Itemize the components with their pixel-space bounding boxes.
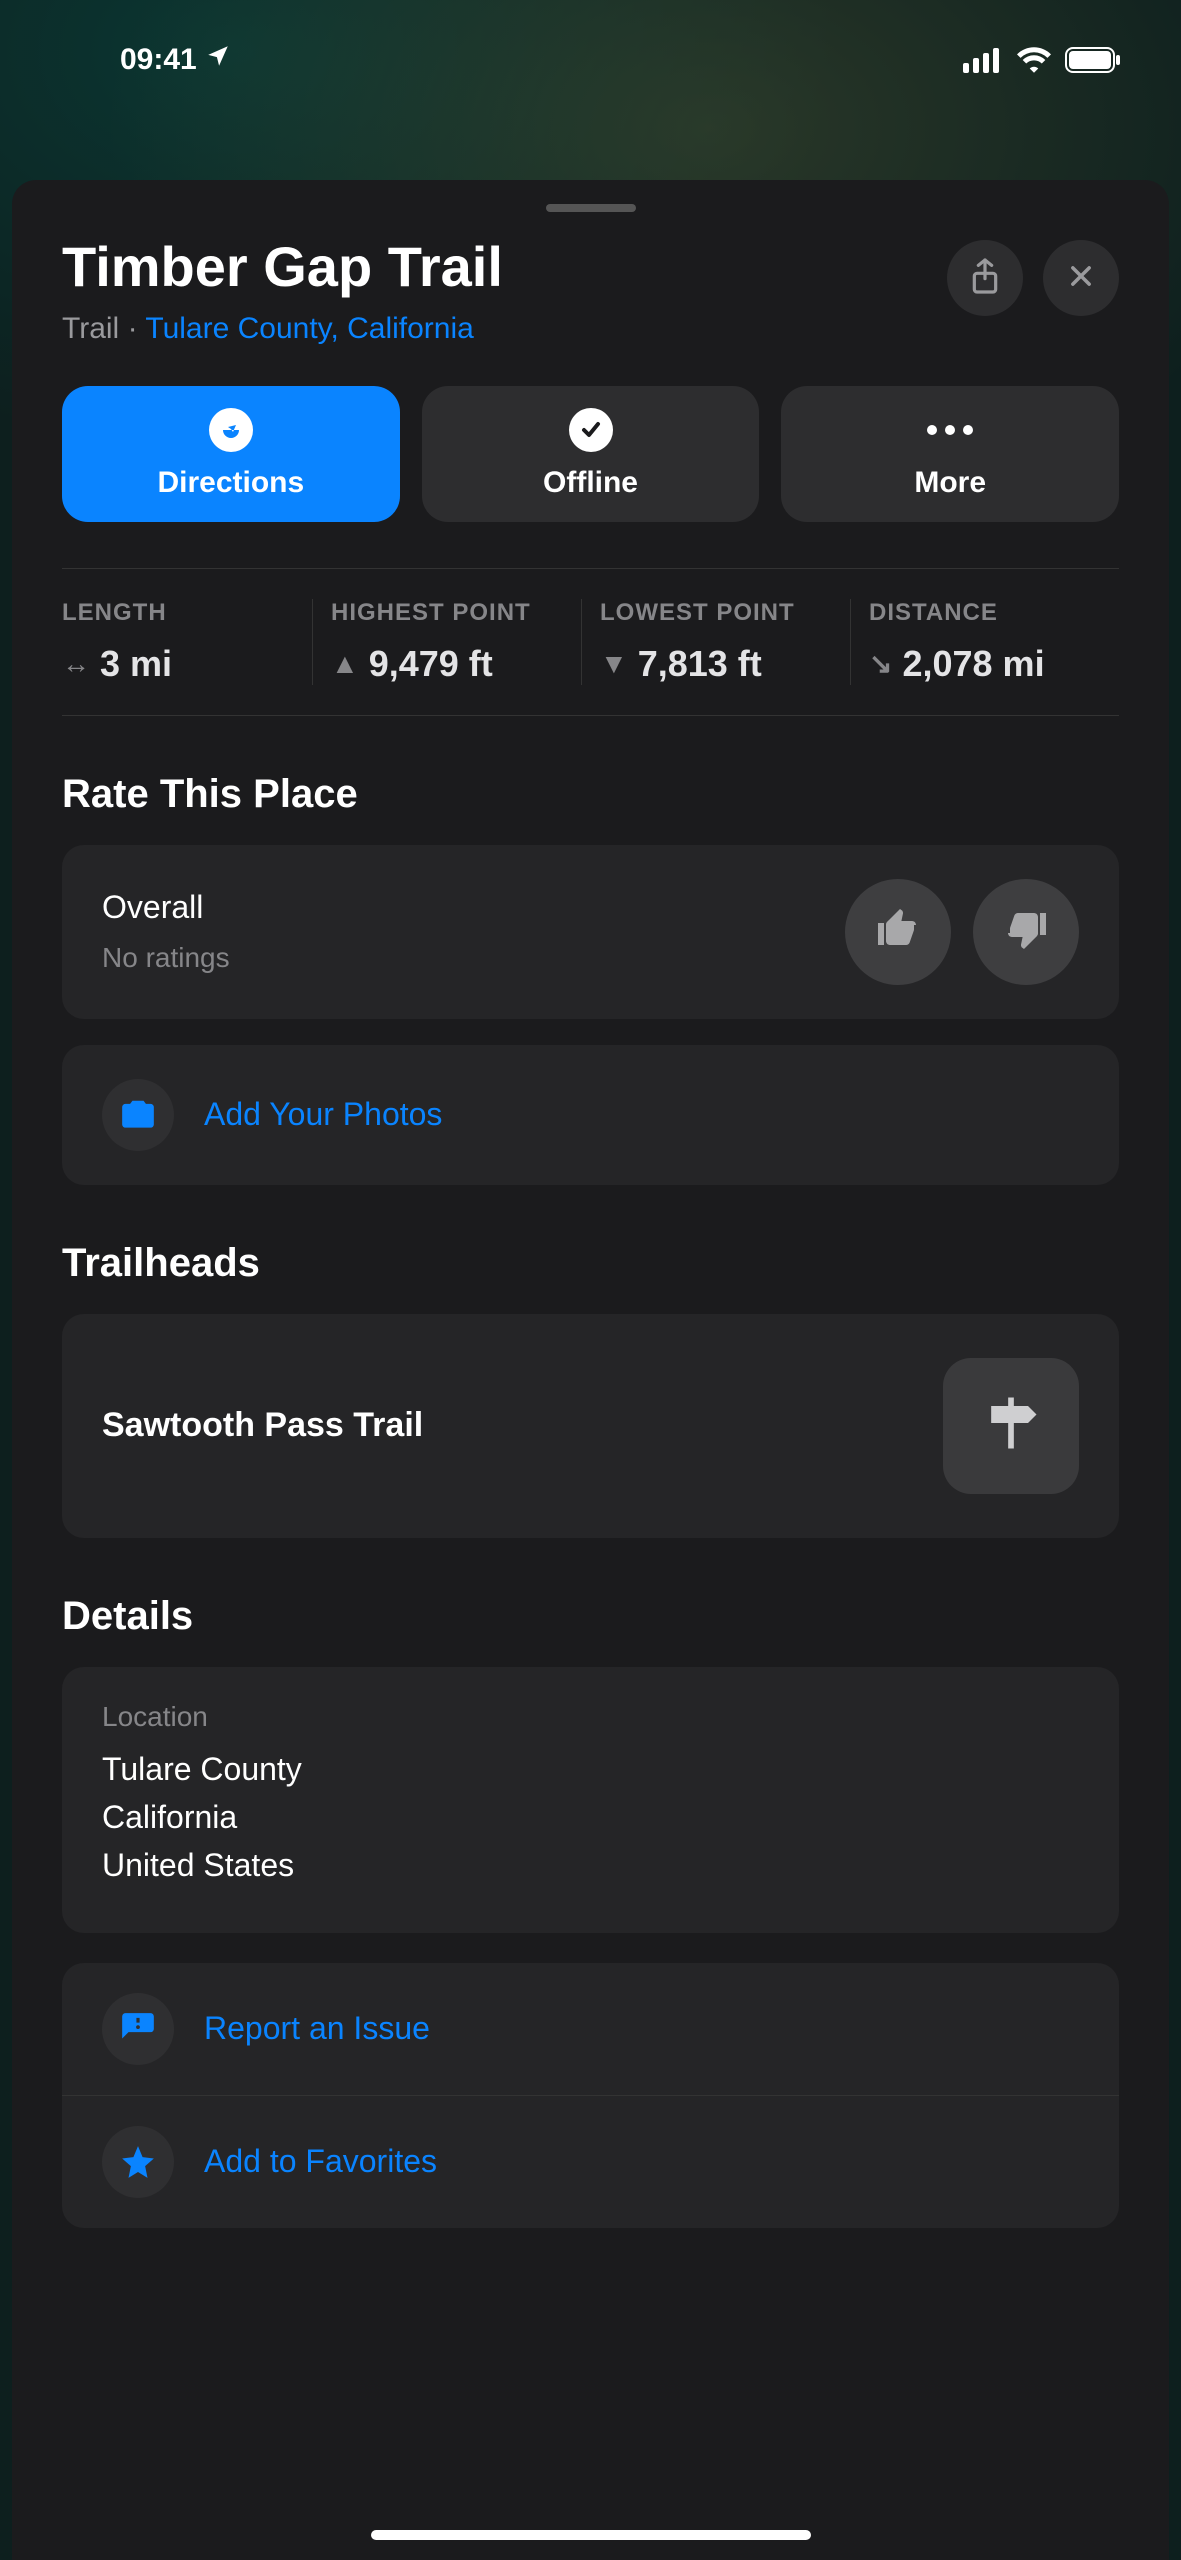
- status-right: [963, 47, 1121, 73]
- offline-button[interactable]: Offline: [422, 386, 760, 522]
- details-line-2: California: [102, 1793, 1079, 1841]
- rate-section-title: Rate This Place: [62, 772, 1119, 817]
- signpost-icon: [977, 1389, 1045, 1462]
- place-subtitle: Trail · Tulare County, California: [62, 312, 503, 346]
- details-section-title: Details: [62, 1594, 1119, 1639]
- report-issue-button[interactable]: Report an Issue: [62, 1963, 1119, 2095]
- star-icon: [102, 2126, 174, 2198]
- place-location-link[interactable]: Tulare County, California: [145, 312, 473, 345]
- rate-count: No ratings: [102, 942, 230, 974]
- trailhead-row[interactable]: Sawtooth Pass Trail: [62, 1314, 1119, 1538]
- thumbs-down-icon: [1002, 905, 1050, 958]
- stat-highest: HIGHEST POINT ▲ 9,479 ft: [312, 599, 581, 685]
- wifi-icon: [1017, 47, 1051, 73]
- stat-distance-value: 2,078 mi: [902, 643, 1044, 685]
- rate-overall-label: Overall: [102, 889, 230, 926]
- offline-label: Offline: [543, 466, 638, 500]
- stat-distance-label: DISTANCE: [869, 599, 1101, 627]
- favorites-label: Add to Favorites: [204, 2143, 437, 2180]
- trailheads-section-title: Trailheads: [62, 1241, 1119, 1286]
- triangle-down-icon: ▼: [600, 648, 628, 680]
- battery-icon: [1065, 47, 1121, 73]
- details-line-3: United States: [102, 1841, 1079, 1889]
- route-icon: ↘: [869, 647, 892, 680]
- stat-length-value: 3 mi: [100, 643, 172, 685]
- camera-icon: [102, 1079, 174, 1151]
- share-button[interactable]: [947, 240, 1023, 316]
- checkmark-icon: [569, 408, 613, 452]
- share-icon: [969, 257, 1001, 300]
- place-title: Timber Gap Trail: [62, 236, 503, 298]
- stat-highest-label: HIGHEST POINT: [331, 599, 563, 627]
- more-label: More: [914, 466, 986, 500]
- arrows-horizontal-icon: ↔: [62, 648, 90, 680]
- stat-length: LENGTH ↔ 3 mi: [62, 599, 312, 685]
- directions-button[interactable]: Directions: [62, 386, 400, 522]
- directions-icon: [209, 408, 253, 452]
- more-button[interactable]: More: [781, 386, 1119, 522]
- close-button[interactable]: [1043, 240, 1119, 316]
- place-type: Trail: [62, 312, 119, 345]
- add-photos-label: Add Your Photos: [204, 1096, 442, 1133]
- report-label: Report an Issue: [204, 2010, 430, 2047]
- rate-card: Overall No ratings: [62, 845, 1119, 1019]
- stat-lowest: LOWEST POINT ▼ 7,813 ft: [581, 599, 850, 685]
- stat-lowest-label: LOWEST POINT: [600, 599, 832, 627]
- stat-highest-value: 9,479 ft: [369, 643, 493, 685]
- home-indicator[interactable]: [371, 2530, 811, 2540]
- stats-row: LENGTH ↔ 3 mi HIGHEST POINT ▲ 9,479 ft LOW…: [62, 568, 1119, 716]
- trailhead-directions-button[interactable]: [943, 1358, 1079, 1494]
- directions-label: Directions: [157, 466, 304, 500]
- status-bar: 09:41: [0, 0, 1181, 120]
- location-arrow-icon: [205, 43, 231, 77]
- details-card: Location Tulare County California United…: [62, 1667, 1119, 1933]
- stat-length-label: LENGTH: [62, 599, 294, 627]
- place-sheet: Timber Gap Trail Trail · Tulare County, …: [12, 180, 1169, 2560]
- triangle-up-icon: ▲: [331, 648, 359, 680]
- close-icon: [1067, 262, 1095, 295]
- thumbs-up-button[interactable]: [845, 879, 951, 985]
- stat-distance: DISTANCE ↘ 2,078 mi: [850, 599, 1119, 685]
- add-favorites-button[interactable]: Add to Favorites: [62, 2095, 1119, 2228]
- trailhead-name: Sawtooth Pass Trail: [102, 1406, 423, 1445]
- cellular-icon: [963, 47, 1003, 73]
- details-line-1: Tulare County: [102, 1745, 1079, 1793]
- footer-actions: Report an Issue Add to Favorites: [62, 1963, 1119, 2228]
- stat-lowest-value: 7,813 ft: [638, 643, 762, 685]
- thumbs-down-button[interactable]: [973, 879, 1079, 985]
- ellipsis-icon: [927, 408, 973, 452]
- report-icon: [102, 1993, 174, 2065]
- add-photos-button[interactable]: Add Your Photos: [62, 1045, 1119, 1185]
- thumbs-up-icon: [874, 905, 922, 958]
- sheet-grabber[interactable]: [546, 204, 636, 212]
- details-location-label: Location: [102, 1701, 1079, 1733]
- status-time: 09:41: [120, 43, 197, 77]
